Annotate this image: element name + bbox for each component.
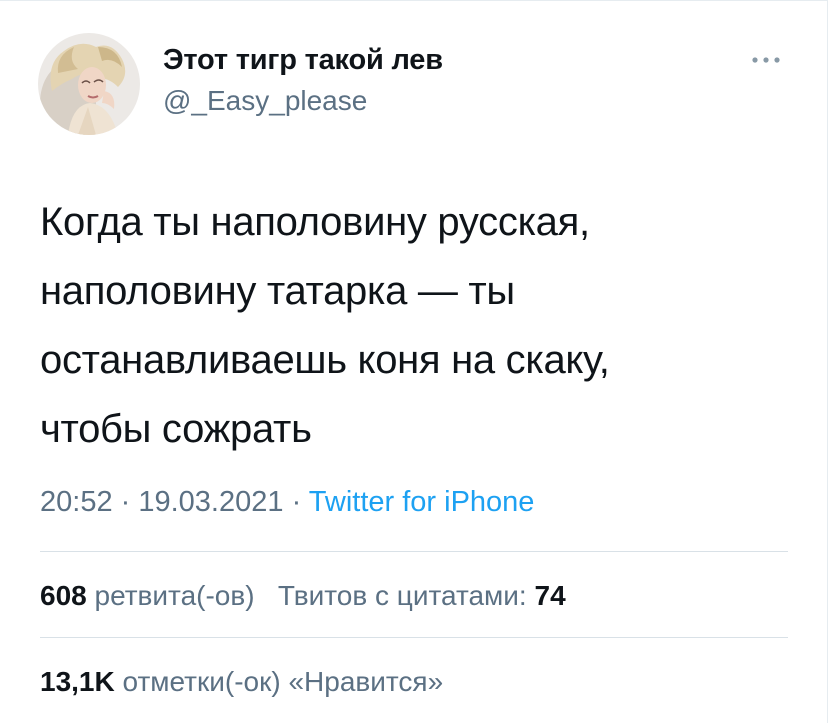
retweets-label: ретвита(-ов)	[94, 580, 255, 611]
more-options-button[interactable]	[744, 40, 788, 80]
likes-label: отметки(-ок) «Нравится»	[122, 666, 444, 697]
display-name[interactable]: Этот тигр такой лев	[163, 44, 443, 77]
quotes-link[interactable]: Твитов с цитатами: 74	[278, 580, 566, 611]
meta-separator: ·	[112, 486, 139, 518]
tweet-text-line: Когда ты наполовину русская,	[40, 200, 590, 244]
likes-link[interactable]: 13,1K отметки(-ок) «Нравится»	[40, 666, 443, 697]
divider	[40, 551, 788, 552]
tweet-text-line: наполовину татарка — ты	[40, 269, 515, 313]
tweet-source-link[interactable]: Twitter for iPhone	[309, 486, 535, 518]
user-avatar[interactable]	[38, 33, 140, 135]
like-stats: 13,1K отметки(-ок) «Нравится»	[40, 666, 443, 698]
top-border	[0, 0, 828, 1]
meta-separator: ·	[283, 486, 309, 518]
tweet-date[interactable]: 19.03.2021	[138, 486, 283, 518]
tweet-time[interactable]: 20:52	[40, 486, 113, 518]
retweets-count: 608	[40, 580, 87, 611]
retweets-link[interactable]: 608 ретвита(-ов)	[40, 580, 255, 611]
tweet-text-line: останавливаешь коня на скаку,	[40, 338, 610, 382]
quotes-count: 74	[534, 580, 566, 611]
tweet-text: Когда ты наполовину русская, наполовину …	[40, 188, 780, 464]
quotes-label: Твитов с цитатами:	[277, 580, 527, 611]
tweet-meta: 20:52 · 19.03.2021 · Twitter for iPhone	[40, 486, 534, 519]
user-handle[interactable]: @_Easy_please	[163, 85, 367, 117]
avatar-photo	[38, 33, 140, 135]
retweet-stats: 608 ретвита(-ов) Твитов с цитатами: 74	[40, 580, 566, 612]
likes-count: 13,1K	[40, 666, 115, 697]
tweet-text-line: чтобы сожрать	[40, 407, 312, 451]
more-horizontal-icon	[752, 57, 780, 63]
divider	[40, 637, 788, 638]
